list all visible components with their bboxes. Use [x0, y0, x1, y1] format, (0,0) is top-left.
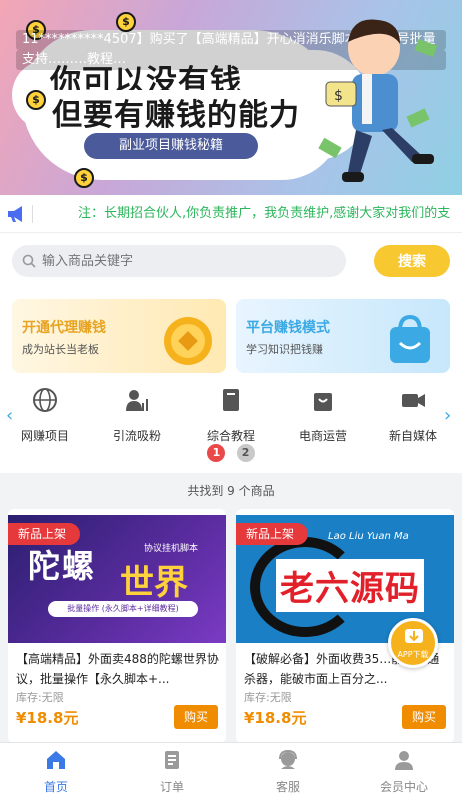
promo-card-agent[interactable]: 开通代理赚钱 成为站长当老板	[12, 299, 226, 373]
product-stock: 库存:无限	[16, 691, 64, 704]
page-dot[interactable]: 2	[236, 444, 255, 462]
product-price: ¥18.8元	[244, 709, 307, 727]
search-area: 搜索	[0, 233, 462, 291]
tab-label: 首页	[43, 780, 68, 794]
category-item[interactable]: 引流吸粉	[100, 387, 174, 444]
coin-icon: $	[116, 12, 136, 32]
tab-customer-service[interactable]: 客服	[248, 749, 328, 795]
tab-label: 会员中心	[379, 780, 428, 794]
user-chart-icon	[126, 390, 148, 411]
member-icon	[395, 751, 413, 770]
promo-banner[interactable]: $ $ $ $ 11**********4507】购买了【高端精品】开心消消乐脚…	[0, 0, 462, 195]
search-icon	[22, 254, 36, 268]
app-download-button[interactable]: APP下载	[388, 618, 438, 668]
result-count: 共找到 9 个商品	[187, 484, 275, 498]
product-stock: 库存:无限	[244, 691, 292, 704]
running-man-illustration: $	[318, 19, 438, 182]
coin-icon: $	[74, 168, 94, 188]
coin-icon: $	[26, 90, 46, 110]
new-badge: 新品上架	[8, 523, 81, 545]
thumbnail-subtitle: 协议挂机脚本	[144, 544, 199, 554]
shopping-bag-icon	[390, 314, 430, 363]
megaphone-icon	[8, 206, 22, 222]
chevron-right-icon[interactable]: ›	[444, 405, 451, 426]
tab-label: 订单	[159, 780, 184, 794]
globe-icon	[33, 388, 57, 412]
promo-card-model[interactable]: 平台赚钱模式 学习知识把钱赚	[236, 299, 450, 373]
promo-subtitle: 成为站长当老板	[22, 343, 99, 356]
tab-home[interactable]: 首页	[16, 749, 96, 795]
category-grid: ‹ 网赚项目 引流吸粉 综合教程 电商运营 新自媒体 › 1 2	[0, 381, 462, 473]
banner-slogan-line2: 但要有赚钱的能力	[48, 90, 304, 134]
thumbnail-title: 老六源码	[276, 559, 424, 612]
category-item[interactable]: 网赚项目	[8, 387, 82, 444]
product-thumbnail[interactable]: 新品上架 协议挂机脚本 陀螺 世界 批量操作 (永久脚本+详细教程)	[8, 515, 226, 643]
download-app-icon	[405, 629, 423, 643]
tab-orders[interactable]: 订单	[132, 749, 212, 795]
tab-member-center[interactable]: 会员中心	[364, 749, 444, 795]
promo-cards: 开通代理赚钱 成为站长当老板 平台赚钱模式 学习知识把钱赚	[0, 291, 462, 381]
order-icon	[165, 751, 179, 769]
category-item[interactable]: 新自媒体	[376, 387, 450, 444]
notice-text: 注：长期招合伙人,你负责推广，我负责维护,感谢大家对我们的支	[78, 206, 451, 221]
product-price: ¥18.8元	[16, 709, 79, 727]
search-button[interactable]: 搜索	[374, 245, 450, 277]
customer-service-icon	[279, 749, 297, 769]
product-card[interactable]: 新品上架 协议挂机脚本 陀螺 世界 批量操作 (永久脚本+详细教程) 【高端精品…	[8, 509, 226, 743]
book-icon	[223, 389, 239, 411]
buy-button[interactable]: 购买	[174, 705, 218, 729]
promo-title: 开通代理赚钱	[22, 320, 106, 336]
page-dot[interactable]: 1	[207, 444, 226, 462]
thumbnail-caption: 批量操作 (永久脚本+详细教程)	[48, 601, 198, 617]
home-icon	[47, 751, 65, 769]
video-camera-icon	[402, 394, 425, 407]
buy-button[interactable]: 购买	[402, 705, 446, 729]
thumbnail-title: 陀螺	[28, 547, 97, 585]
category-pagination: 1 2	[0, 441, 462, 462]
product-title[interactable]: 【高端精品】外面卖488的陀螺世界协议，批量操作【永久脚本+...	[16, 649, 222, 689]
promo-subtitle: 学习知识把钱赚	[246, 343, 323, 356]
search-input[interactable]	[42, 245, 332, 277]
thumbnail-subtitle: Lao Liu Yuan Ma	[328, 531, 409, 542]
category-item[interactable]: 综合教程	[194, 387, 268, 444]
promo-title: 平台赚钱模式	[246, 320, 330, 336]
app-download-label: APP下载	[397, 650, 429, 659]
notice-bar: 注：长期招合伙人,你负责推广，我负责维护,感谢大家对我们的支	[0, 195, 462, 233]
category-item[interactable]: 电商运营	[286, 387, 360, 444]
banner-pill-button[interactable]: 副业项目赚钱秘籍	[84, 133, 258, 159]
svg-text:$: $	[334, 88, 343, 104]
bottom-tab-bar: 首页 订单 客服 会员中心	[0, 742, 462, 798]
gold-coin-icon	[164, 317, 212, 365]
shopping-bag-icon	[314, 393, 332, 411]
tab-label: 客服	[275, 780, 300, 794]
search-box[interactable]	[12, 245, 346, 277]
notice-divider	[32, 205, 33, 223]
new-badge: 新品上架	[236, 523, 309, 545]
thumbnail-title-accent: 世界	[120, 563, 188, 603]
